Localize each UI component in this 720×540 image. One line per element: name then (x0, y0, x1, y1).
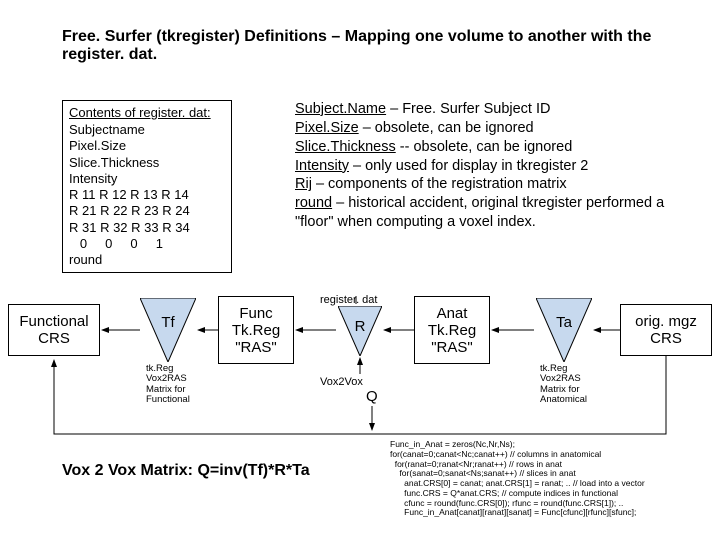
desc-text: -- obsolete, can be ignored (396, 139, 573, 155)
desc-text: – Free. Surfer Subject ID (386, 101, 550, 117)
code-block: Func_in_Anat = zeros(Nc,Nr,Ns); for(cana… (390, 440, 710, 518)
contents-line: Subjectname (69, 122, 225, 138)
desc-text: – obsolete, can be ignored (359, 120, 534, 136)
flow-diagram: Functional CRS Tf tk.Reg Vox2RAS Matrix … (0, 294, 720, 444)
desc-term: Pixel.Size (295, 120, 359, 136)
desc-text: – historical accident, original tkregist… (295, 195, 664, 230)
desc-text: – components of the registration matrix (312, 176, 567, 192)
q-label: Q (366, 388, 378, 405)
desc-term: round (295, 195, 332, 211)
contents-line: R 11 R 12 R 13 R 14 (69, 187, 225, 203)
contents-line: 0 0 0 1 (69, 236, 225, 252)
desc-term: Intensity (295, 158, 349, 174)
desc-term: Rij (295, 176, 312, 192)
contents-line: Slice.Thickness (69, 155, 225, 171)
contents-box: Contents of register. dat: Subjectname P… (62, 100, 232, 273)
contents-header: Contents of register. dat: (69, 105, 225, 120)
desc-term: Slice.Thickness (295, 139, 396, 155)
contents-line: R 31 R 32 R 33 R 34 (69, 220, 225, 236)
desc-term: Subject.Name (295, 101, 386, 117)
desc-text: – only used for display in tkregister 2 (349, 158, 588, 174)
page-title: Free. Surfer (tkregister) Definitions – … (62, 28, 652, 64)
formula: Vox 2 Vox Matrix: Q=inv(Tf)*R*Ta (62, 462, 310, 480)
contents-line: round (69, 252, 225, 268)
contents-line: Intensity (69, 171, 225, 187)
contents-line: Pixel.Size (69, 138, 225, 154)
contents-line: R 21 R 22 R 23 R 24 (69, 203, 225, 219)
description-block: Subject.Name – Free. Surfer Subject ID P… (295, 100, 665, 232)
